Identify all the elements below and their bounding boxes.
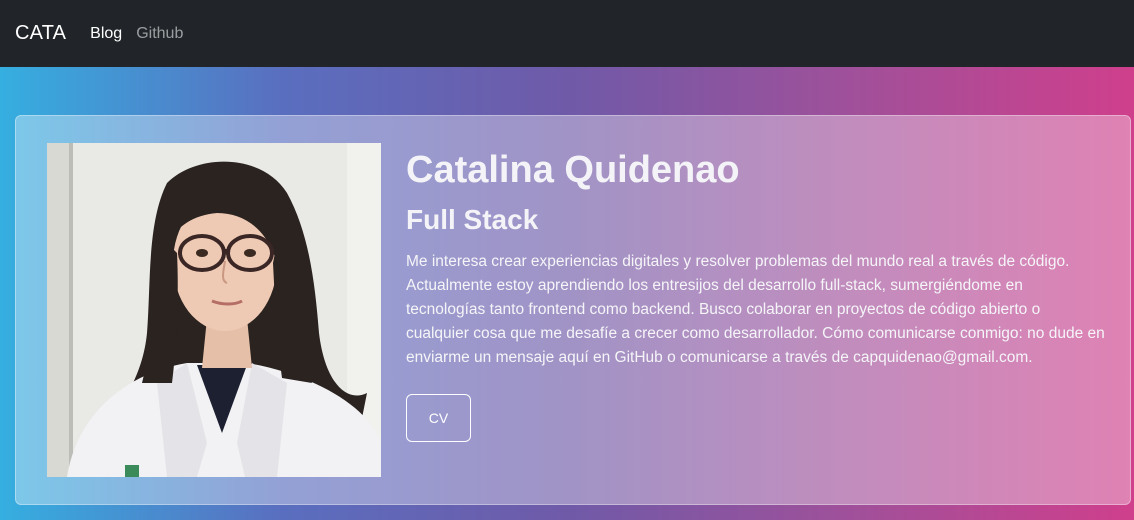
- brand-link[interactable]: CATA: [15, 22, 66, 45]
- profile-card: Catalina Quidenao Full Stack Me interesa…: [15, 115, 1131, 505]
- hero-section: Catalina Quidenao Full Stack Me interesa…: [0, 67, 1134, 520]
- cv-button[interactable]: CV: [406, 394, 471, 442]
- top-navbar: CATA Blog Github: [0, 0, 1134, 67]
- profile-photo: [47, 143, 381, 477]
- profile-role: Full Stack: [406, 204, 539, 235]
- profile-name: Catalina Quidenao: [406, 149, 740, 191]
- nav-link-blog[interactable]: Blog: [90, 25, 122, 43]
- nav-link-github[interactable]: Github: [136, 25, 183, 43]
- profile-content: Catalina Quidenao Full Stack Me interesa…: [406, 146, 1106, 442]
- profile-bio: Me interesa crear experiencias digitales…: [406, 253, 1105, 366]
